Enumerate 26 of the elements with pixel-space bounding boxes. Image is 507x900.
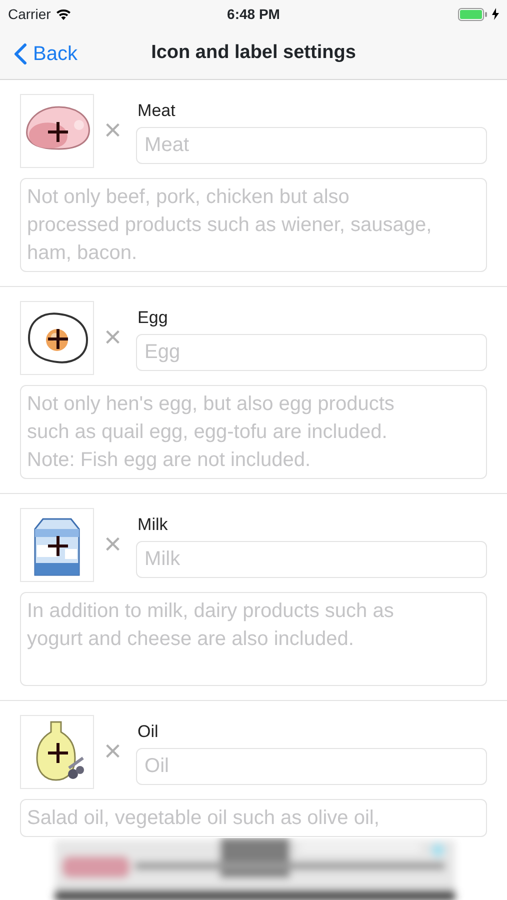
- field-label: Meat: [138, 100, 176, 122]
- description-field[interactable]: In addition to milk, dairy products such as yogurt and cheese are also included.: [20, 592, 487, 686]
- picture-button[interactable]: [20, 94, 94, 168]
- name-field[interactable]: Meat: [136, 127, 487, 164]
- status-time: 6:48 PM: [226, 4, 281, 24]
- field-label: Milk: [138, 514, 169, 536]
- nav-title: Icon and label settings: [151, 42, 356, 64]
- carrier-label: Carrier: [8, 4, 51, 24]
- wifi-icon: [54, 8, 72, 20]
- name-field[interactable]: Milk: [136, 541, 487, 578]
- description-field[interactable]: Salad oil, vegetable oil such as olive oil,: [20, 799, 487, 837]
- picture-button[interactable]: [20, 301, 94, 375]
- chevron-left-icon: [14, 42, 27, 64]
- field-label: Oil: [138, 720, 160, 743]
- remove-button[interactable]: ×: [94, 737, 132, 767]
- remove-button[interactable]: ×: [94, 530, 132, 560]
- remove-button[interactable]: ×: [94, 116, 132, 146]
- picture-button[interactable]: [20, 508, 94, 582]
- description-field[interactable]: Not only beef, pork, chicken but also processed products such as wiener, sausage, ham, bacon.: [20, 178, 487, 272]
- picture-button[interactable]: [20, 715, 94, 789]
- name-field[interactable]: Egg: [136, 334, 487, 372]
- back-button[interactable]: Back: [0, 38, 78, 68]
- field-label: Egg: [138, 306, 169, 329]
- remove-button[interactable]: ×: [94, 323, 132, 353]
- description-field[interactable]: Not only hen's egg, but also egg products such as quail egg, egg-tofu are included. Note: Fish egg are not included.: [20, 385, 487, 479]
- name-field[interactable]: Oil: [136, 748, 487, 786]
